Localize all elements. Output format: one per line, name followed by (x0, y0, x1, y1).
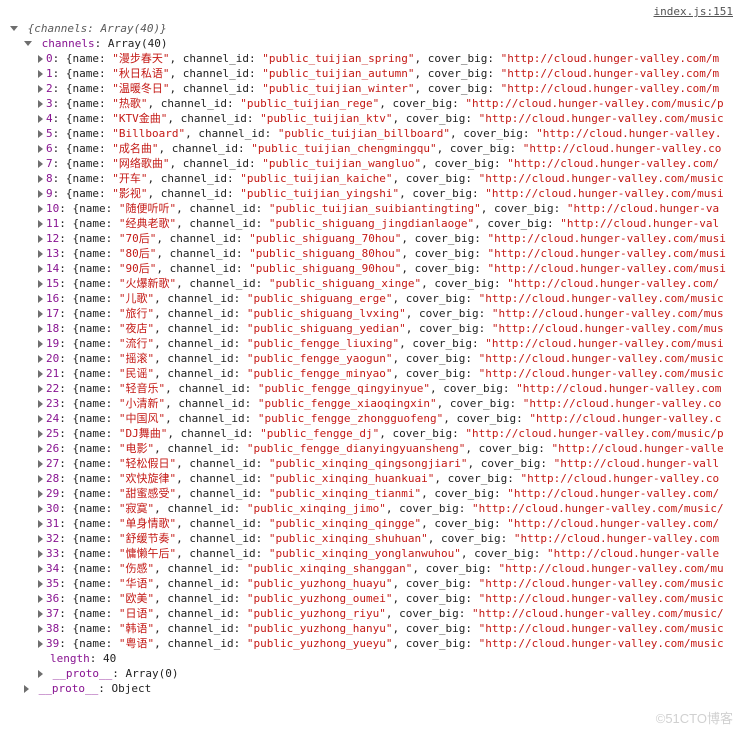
array-item-row[interactable]: 16: {name: "儿歌", channel_id: "public_shi… (6, 291, 741, 306)
expand-arrow-right-icon[interactable] (38, 355, 43, 363)
array-item-row[interactable]: 33: {name: "慵懒午后", channel_id: "public_x… (6, 546, 741, 561)
expand-arrow-right-icon[interactable] (38, 475, 43, 483)
array-item-row[interactable]: 37: {name: "日语", channel_id: "public_yuz… (6, 606, 741, 621)
array-item-row[interactable]: 7: {name: "网络歌曲", channel_id: "public_tu… (6, 156, 741, 171)
expand-arrow-right-icon[interactable] (38, 580, 43, 588)
expand-arrow-right-icon[interactable] (38, 55, 43, 63)
array-item-row[interactable]: 25: {name: "DJ舞曲", channel_id: "public_f… (6, 426, 741, 441)
expand-arrow-right-icon[interactable] (38, 460, 43, 468)
expand-arrow-right-icon[interactable] (38, 190, 43, 198)
array-item-row[interactable]: 35: {name: "华语", channel_id: "public_yuz… (6, 576, 741, 591)
expand-arrow-right-icon[interactable] (38, 175, 43, 183)
expand-arrow-right-icon[interactable] (38, 550, 43, 558)
expand-arrow-right-icon[interactable] (38, 115, 43, 123)
array-item-row[interactable]: 18: {name: "夜店", channel_id: "public_shi… (6, 321, 741, 336)
array-item-row[interactable]: 34: {name: "伤感", channel_id: "public_xin… (6, 561, 741, 576)
expand-arrow-right-icon[interactable] (38, 310, 43, 318)
expand-arrow-right-icon[interactable] (38, 670, 43, 678)
array-item-row[interactable]: 22: {name: "轻音乐", channel_id: "public_fe… (6, 381, 741, 396)
expand-arrow-right-icon[interactable] (38, 265, 43, 273)
array-item-row[interactable]: 38: {name: "韩语", channel_id: "public_yuz… (6, 621, 741, 636)
array-item-row[interactable]: 39: {name: "粤语", channel_id: "public_yuz… (6, 636, 741, 651)
array-item-row[interactable]: 13: {name: "80后", channel_id: "public_sh… (6, 246, 741, 261)
array-item-row[interactable]: 27: {name: "轻松假日", channel_id: "public_x… (6, 456, 741, 471)
expand-arrow-right-icon[interactable] (38, 535, 43, 543)
array-item-row[interactable]: 26: {name: "电影", channel_id: "public_fen… (6, 441, 741, 456)
proto-array-row[interactable]: __proto__: Array(0) (6, 666, 741, 681)
array-item-row[interactable]: 1: {name: "秋日私语", channel_id: "public_tu… (6, 66, 741, 81)
array-item-row[interactable]: 24: {name: "中国风", channel_id: "public_fe… (6, 411, 741, 426)
array-item-row[interactable]: 6: {name: "成名曲", channel_id: "public_tui… (6, 141, 741, 156)
array-item-row[interactable]: 20: {name: "摇滚", channel_id: "public_fen… (6, 351, 741, 366)
array-item-row[interactable]: 17: {name: "旅行", channel_id: "public_shi… (6, 306, 741, 321)
expand-arrow-down-icon[interactable] (10, 26, 18, 31)
expand-arrow-right-icon[interactable] (38, 595, 43, 603)
expand-arrow-right-icon[interactable] (38, 610, 43, 618)
array-item-row[interactable]: 8: {name: "开车", channel_id: "public_tuij… (6, 171, 741, 186)
watermark: ©51CTO博客 (656, 711, 733, 726)
array-item-row[interactable]: 0: {name: "漫步春天", channel_id: "public_tu… (6, 51, 741, 66)
expand-arrow-right-icon[interactable] (38, 325, 43, 333)
source-link[interactable]: index.js:151 (6, 4, 741, 19)
expand-arrow-right-icon[interactable] (38, 520, 43, 528)
array-item-row[interactable]: 21: {name: "民谣", channel_id: "public_fen… (6, 366, 741, 381)
array-item-row[interactable]: 15: {name: "火爆新歌", channel_id: "public_s… (6, 276, 741, 291)
expand-arrow-right-icon[interactable] (38, 490, 43, 498)
expand-arrow-right-icon[interactable] (38, 385, 43, 393)
array-item-row[interactable]: 32: {name: "舒缓节奏", channel_id: "public_x… (6, 531, 741, 546)
expand-arrow-right-icon[interactable] (38, 640, 43, 648)
expand-arrow-right-icon[interactable] (38, 505, 43, 513)
expand-arrow-right-icon[interactable] (38, 205, 43, 213)
expand-arrow-right-icon[interactable] (38, 295, 43, 303)
expand-arrow-right-icon[interactable] (38, 415, 43, 423)
array-item-row[interactable]: 36: {name: "欧美", channel_id: "public_yuz… (6, 591, 741, 606)
expand-arrow-right-icon[interactable] (38, 145, 43, 153)
array-item-row[interactable]: 30: {name: "寂寞", channel_id: "public_xin… (6, 501, 741, 516)
array-item-row[interactable]: 10: {name: "随便听听", channel_id: "public_t… (6, 201, 741, 216)
expand-arrow-right-icon[interactable] (38, 250, 43, 258)
expand-arrow-right-icon[interactable] (38, 445, 43, 453)
array-item-row[interactable]: 12: {name: "70后", channel_id: "public_sh… (6, 231, 741, 246)
array-item-row[interactable]: 3: {name: "热歌", channel_id: "public_tuij… (6, 96, 741, 111)
expand-arrow-right-icon[interactable] (24, 685, 29, 693)
array-item-row[interactable]: 28: {name: "欢快旋律", channel_id: "public_x… (6, 471, 741, 486)
expand-arrow-right-icon[interactable] (38, 400, 43, 408)
expand-arrow-right-icon[interactable] (38, 70, 43, 78)
array-item-row[interactable]: 14: {name: "90后", channel_id: "public_sh… (6, 261, 741, 276)
array-item-row[interactable]: 9: {name: "影视", channel_id: "public_tuij… (6, 186, 741, 201)
array-items-container: 0: {name: "漫步春天", channel_id: "public_tu… (6, 51, 741, 651)
expand-arrow-right-icon[interactable] (38, 160, 43, 168)
proto-object-row[interactable]: __proto__: Object (6, 681, 741, 696)
expand-arrow-right-icon[interactable] (38, 340, 43, 348)
root-object-row[interactable]: {channels: Array(40)} (6, 21, 741, 36)
expand-arrow-right-icon[interactable] (38, 370, 43, 378)
array-item-row[interactable]: 19: {name: "流行", channel_id: "public_fen… (6, 336, 741, 351)
expand-arrow-right-icon[interactable] (38, 220, 43, 228)
expand-arrow-right-icon[interactable] (38, 280, 43, 288)
array-item-row[interactable]: 4: {name: "KTV金曲", channel_id: "public_t… (6, 111, 741, 126)
expand-arrow-down-icon[interactable] (24, 41, 32, 46)
channels-array-row[interactable]: channels: Array(40) (6, 36, 741, 51)
array-item-row[interactable]: 29: {name: "甜蜜感受", channel_id: "public_x… (6, 486, 741, 501)
array-item-row[interactable]: 5: {name: "Billboard", channel_id: "publ… (6, 126, 741, 141)
expand-arrow-right-icon[interactable] (38, 100, 43, 108)
expand-arrow-right-icon[interactable] (38, 130, 43, 138)
array-item-row[interactable]: 2: {name: "温暖冬日", channel_id: "public_tu… (6, 81, 741, 96)
array-item-row[interactable]: 31: {name: "单身情歌", channel_id: "public_x… (6, 516, 741, 531)
expand-arrow-right-icon[interactable] (38, 85, 43, 93)
expand-arrow-right-icon[interactable] (38, 565, 43, 573)
expand-arrow-right-icon[interactable] (38, 430, 43, 438)
expand-arrow-right-icon[interactable] (38, 235, 43, 243)
length-row: length: 40 (6, 651, 741, 666)
array-item-row[interactable]: 11: {name: "经典老歌", channel_id: "public_s… (6, 216, 741, 231)
expand-arrow-right-icon[interactable] (38, 625, 43, 633)
array-item-row[interactable]: 23: {name: "小清新", channel_id: "public_fe… (6, 396, 741, 411)
